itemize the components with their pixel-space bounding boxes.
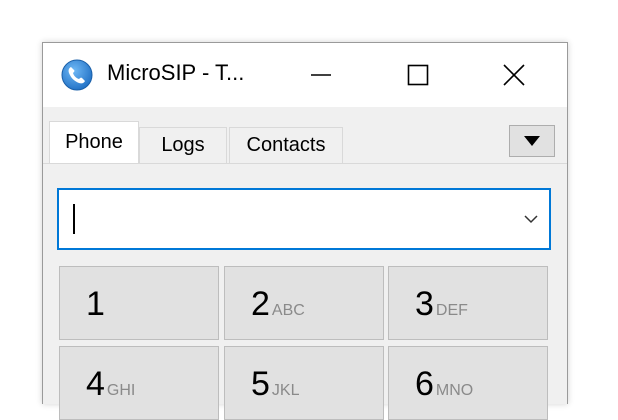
key-4[interactable]: 4 GHI bbox=[59, 346, 219, 420]
dial-number-combobox[interactable] bbox=[57, 188, 551, 250]
key-5[interactable]: 5 JKL bbox=[224, 346, 384, 420]
key-letters: DEF bbox=[435, 302, 468, 319]
phone-panel: 1 2 ABC 3 DEF 4 GHI 5 JKL 6 MNO bbox=[43, 163, 567, 420]
tab-logs[interactable]: Logs bbox=[139, 127, 227, 163]
key-6[interactable]: 6 MNO bbox=[388, 346, 548, 420]
window-title: MicroSIP - T... bbox=[107, 60, 245, 85]
key-digit: 5 bbox=[251, 365, 270, 403]
key-letters: MNO bbox=[435, 382, 474, 399]
text-caret bbox=[73, 204, 75, 234]
key-1[interactable]: 1 bbox=[59, 266, 219, 340]
key-2[interactable]: 2 ABC bbox=[224, 266, 384, 340]
tab-logs-label: Logs bbox=[161, 134, 205, 156]
title-bar[interactable]: MicroSIP - T... bbox=[43, 43, 567, 107]
key-3[interactable]: 3 DEF bbox=[388, 266, 548, 340]
maximize-button[interactable] bbox=[398, 57, 438, 93]
key-letters: GHI bbox=[106, 382, 136, 399]
microsip-window: MicroSIP - T... Phone Logs Contacts 1 2 … bbox=[42, 42, 568, 420]
key-letters: ABC bbox=[271, 302, 305, 319]
minimize-icon bbox=[311, 74, 331, 76]
tab-phone-label: Phone bbox=[65, 131, 123, 153]
key-digit: 3 bbox=[415, 285, 434, 323]
minimize-button[interactable] bbox=[301, 57, 341, 93]
key-digit: 4 bbox=[86, 365, 105, 403]
tab-contacts-label: Contacts bbox=[246, 134, 326, 156]
chevron-down-icon[interactable] bbox=[523, 212, 539, 226]
maximize-icon bbox=[407, 64, 429, 86]
tab-contacts[interactable]: Contacts bbox=[229, 127, 343, 163]
close-icon bbox=[503, 64, 525, 86]
key-digit: 1 bbox=[86, 285, 105, 323]
phone-handset-icon bbox=[61, 59, 93, 91]
tab-bar: Phone Logs Contacts bbox=[43, 107, 567, 163]
key-letters: JKL bbox=[271, 382, 300, 399]
triangle-down-icon bbox=[524, 136, 540, 146]
close-button[interactable] bbox=[494, 57, 534, 93]
key-digit: 2 bbox=[251, 285, 270, 323]
key-digit: 6 bbox=[415, 365, 434, 403]
main-menu-button[interactable] bbox=[509, 125, 555, 157]
tab-phone[interactable]: Phone bbox=[49, 121, 139, 163]
